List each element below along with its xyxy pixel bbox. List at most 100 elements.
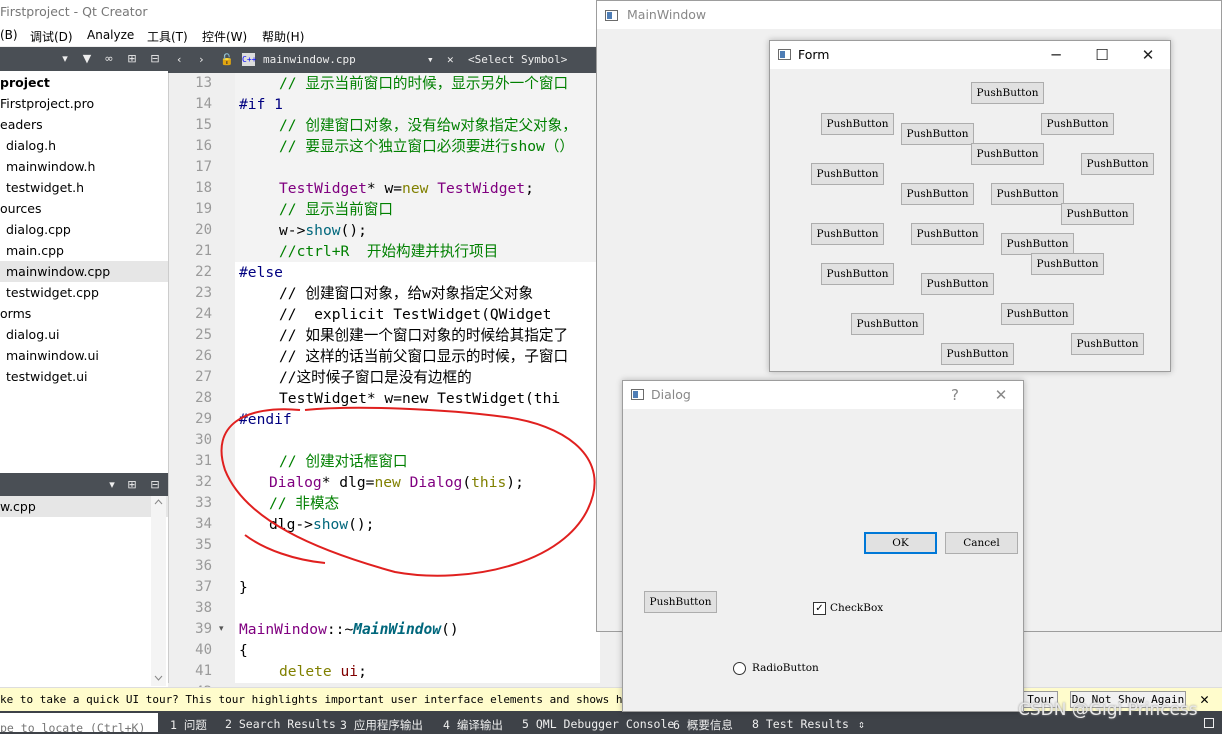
pane-compile-output[interactable]: 4 编译输出: [443, 717, 503, 733]
tree-item-label: dialog.h: [6, 138, 57, 153]
chevron-down-icon[interactable]: ▾: [58, 52, 72, 66]
split-icon[interactable]: ⊞: [125, 478, 139, 492]
form-push-button[interactable]: PushButton: [991, 183, 1064, 205]
form-titlebar: Form ─ ☐ ✕: [770, 41, 1170, 69]
fold-arrow-icon[interactable]: ▾: [219, 619, 224, 640]
pane-qml-console[interactable]: 5 QML Debugger Console: [522, 717, 674, 731]
form-push-button[interactable]: PushButton: [1001, 303, 1074, 325]
locator-input[interactable]: pe to locate (Ctrl+K): [0, 713, 158, 732]
lock-icon: 🔓: [220, 53, 234, 66]
tree-item[interactable]: ources: [0, 198, 168, 219]
link-icon[interactable]: ∞: [102, 52, 116, 66]
split-icon[interactable]: ⊞: [125, 52, 139, 66]
symbol-selector[interactable]: <Select Symbol>: [468, 53, 567, 66]
tree-item[interactable]: orms: [0, 303, 168, 324]
menu-debug[interactable]: 调试(D): [30, 28, 73, 45]
menu-controls[interactable]: 控件(W): [202, 28, 247, 45]
tree-item[interactable]: dialog.h: [0, 135, 168, 156]
pane-app-output[interactable]: 3 应用程序输出: [340, 717, 423, 733]
line-number: 38: [195, 600, 212, 616]
form-push-button[interactable]: PushButton: [941, 343, 1014, 365]
code-line: }: [239, 682, 248, 683]
close-editor-icon[interactable]: ✕: [447, 53, 454, 66]
tree-item[interactable]: project: [0, 72, 168, 93]
tree-item[interactable]: mainwindow.cpp: [0, 261, 168, 282]
tree-item[interactable]: mainwindow.h: [0, 156, 168, 177]
form-push-button[interactable]: PushButton: [1041, 113, 1114, 135]
toggle-sidebar-icon[interactable]: [1204, 718, 1214, 728]
open-document-item[interactable]: w.cpp: [0, 496, 168, 517]
radio-button[interactable]: [733, 662, 746, 675]
form-push-button[interactable]: PushButton: [921, 273, 994, 295]
form-push-button[interactable]: PushButton: [811, 163, 884, 185]
code-line: // 这样的话当前父窗口显示的时候，子窗口: [279, 348, 569, 365]
maximize-icon[interactable]: ☐: [1079, 41, 1125, 69]
close-icon[interactable]: ✕: [978, 381, 1024, 409]
form-push-button[interactable]: PushButton: [821, 113, 894, 135]
close-icon[interactable]: ✕: [1125, 41, 1171, 69]
tour-text: ke to take a quick UI tour? This tour hi…: [0, 693, 689, 706]
tree-item[interactable]: testwidget.ui: [0, 366, 168, 387]
tree-item[interactable]: dialog.ui: [0, 324, 168, 345]
menu-analyze[interactable]: Analyze: [87, 28, 134, 42]
tree-item[interactable]: mainwindow.ui: [0, 345, 168, 366]
cancel-button[interactable]: Cancel: [945, 532, 1018, 554]
checkbox-label[interactable]: CheckBox: [830, 602, 883, 614]
editor-toolbar: ‹ › 🔓 C++ mainwindow.cpp ▾ ✕ <Select Sym…: [168, 47, 600, 73]
form-push-button[interactable]: PushButton: [1001, 233, 1074, 255]
app-icon: [605, 10, 618, 21]
code-line: // 要显示这个独立窗口必须要进行show（）: [279, 138, 575, 155]
minimize-icon[interactable]: ─: [1033, 41, 1079, 69]
form-push-button[interactable]: PushButton: [971, 143, 1044, 165]
close-pane-icon[interactable]: ⊟: [148, 478, 162, 492]
radio-button-label[interactable]: RadioButton: [752, 662, 819, 674]
form-push-button[interactable]: PushButton: [1031, 253, 1104, 275]
pane-general-messages[interactable]: 6 概要信息: [673, 717, 733, 733]
file-name[interactable]: mainwindow.cpp: [263, 53, 356, 66]
back-arrow-icon[interactable]: ‹: [176, 53, 183, 66]
pane-search-results[interactable]: 2 Search Results: [225, 717, 336, 731]
form-push-button[interactable]: PushButton: [901, 123, 974, 145]
tree-item[interactable]: testwidget.h: [0, 177, 168, 198]
filter-icon[interactable]: ▼: [80, 52, 94, 66]
tree-item[interactable]: main.cpp: [0, 240, 168, 261]
line-number: 16: [195, 138, 212, 154]
pane-chooser-icon[interactable]: ⇕: [858, 717, 865, 731]
pane-issues[interactable]: 1 问题: [170, 717, 207, 733]
tree-item-label: mainwindow.h: [6, 159, 96, 174]
tree-item[interactable]: dialog.cpp: [0, 219, 168, 240]
ok-button[interactable]: OK: [864, 532, 937, 554]
chevron-down-icon[interactable]: ▾: [427, 53, 434, 66]
menu-help[interactable]: 帮助(H): [262, 28, 304, 45]
line-number: 25: [195, 327, 212, 343]
scrollbar[interactable]: [151, 496, 166, 686]
close-icon[interactable]: ✕: [1200, 690, 1209, 708]
pane-test-results[interactable]: 8 Test Results: [752, 717, 849, 731]
form-push-button[interactable]: PushButton: [811, 223, 884, 245]
tree-item-label: mainwindow.cpp: [6, 264, 111, 279]
help-button[interactable]: ?: [932, 381, 978, 409]
form-push-button[interactable]: PushButton: [901, 183, 974, 205]
tree-item[interactable]: Firstproject.pro: [0, 93, 168, 114]
forward-arrow-icon[interactable]: ›: [198, 53, 205, 66]
form-push-button[interactable]: PushButton: [1081, 153, 1154, 175]
dialog-push-button[interactable]: PushButton: [644, 591, 717, 613]
form-push-button[interactable]: PushButton: [1071, 333, 1144, 355]
tree-item[interactable]: eaders: [0, 114, 168, 135]
close-pane-icon[interactable]: ⊟: [148, 52, 162, 66]
checkbox[interactable]: ✓: [813, 602, 826, 615]
menu-bar: (B) 调试(D) Analyze 工具(T) 控件(W) 帮助(H): [0, 24, 600, 46]
tree-item[interactable]: testwidget.cpp: [0, 282, 168, 303]
chevron-down-icon[interactable]: ▾: [105, 478, 119, 492]
form-push-button[interactable]: PushButton: [851, 313, 924, 335]
menu-build[interactable]: (B): [0, 28, 18, 42]
form-push-button[interactable]: PushButton: [821, 263, 894, 285]
line-number: 15: [195, 117, 212, 133]
form-push-button[interactable]: PushButton: [1061, 203, 1134, 225]
code-editor[interactable]: // 显示当前窗口的时候，显示另外一个窗口 #if 1 // 创建窗口对象，没有…: [235, 73, 600, 683]
tree-item-label: orms: [0, 306, 32, 321]
form-push-button[interactable]: PushButton: [971, 82, 1044, 104]
project-pane: ▾ ▼ ∞ ⊞ ⊟ project Firstproject.pro eaders d…: [0, 47, 168, 713]
menu-tools[interactable]: 工具(T): [147, 28, 188, 45]
form-push-button[interactable]: PushButton: [911, 223, 984, 245]
